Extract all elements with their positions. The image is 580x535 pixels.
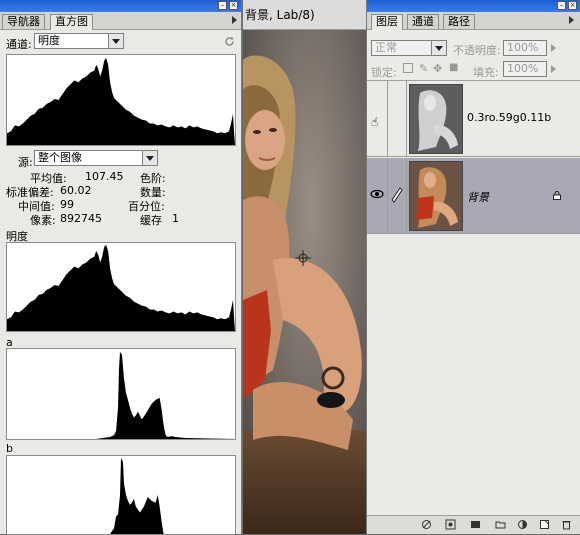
layer-row-selected[interactable]: 背景 xyxy=(367,158,580,234)
adjustment-layer-icon[interactable] xyxy=(517,519,528,530)
cache-value: 1 xyxy=(172,212,179,225)
panel-menu-arrow-icon[interactable] xyxy=(232,16,237,24)
layer-list: ☝ 0.3ro.59g0.11b 背景 xyxy=(367,80,580,518)
new-layer-icon[interactable] xyxy=(539,519,550,530)
panel-menu-arrow-icon[interactable] xyxy=(569,16,574,24)
opacity-arrow-icon[interactable] xyxy=(551,44,556,52)
layer-thumbnail xyxy=(409,84,463,154)
layer-name[interactable]: 背景 xyxy=(467,189,489,205)
visibility-toggle[interactable] xyxy=(367,158,388,233)
median-value: 99 xyxy=(60,198,74,211)
histogram-tabs: 导航器 直方图 xyxy=(0,12,241,30)
panel-titlebar[interactable]: – × xyxy=(0,0,241,12)
lock-icon xyxy=(553,190,561,200)
source-select[interactable]: 整个图像 xyxy=(34,150,158,166)
channel-select[interactable]: 明度 xyxy=(34,33,124,49)
tab-layers[interactable]: 图层 xyxy=(371,14,403,30)
document-title[interactable]: 背景, Lab/8) xyxy=(243,0,366,30)
source-label: 源: xyxy=(18,156,33,169)
chevron-down-icon xyxy=(108,34,123,48)
blend-mode-select[interactable]: 正常 xyxy=(371,40,447,56)
new-group-icon[interactable] xyxy=(495,519,506,530)
fill-field[interactable]: 100% xyxy=(503,61,547,77)
fill-value: 100% xyxy=(507,62,539,75)
lock-paint-icon[interactable]: ✎ xyxy=(419,62,428,75)
lock-transparency-icon[interactable] xyxy=(403,63,413,73)
document-canvas[interactable]: 背景, Lab/8) xyxy=(243,0,366,534)
layers-panel: – × 图层 通道 路径 正常 不透明度: 100% 锁定: ✎ ✥ ■ 填充:… xyxy=(366,0,580,534)
opacity-field[interactable]: 100% xyxy=(503,40,547,56)
layer-row[interactable]: ☝ 0.3ro.59g0.11b xyxy=(367,81,580,157)
layers-tabs: 图层 通道 路径 xyxy=(367,12,580,30)
channel-select-value: 明度 xyxy=(38,34,60,47)
layer-name[interactable]: 0.3ro.59g0.11b xyxy=(467,111,551,124)
close-icon[interactable]: × xyxy=(229,1,238,10)
opacity-value: 100% xyxy=(507,41,539,54)
refresh-icon[interactable] xyxy=(224,36,235,47)
pixels-value: 892745 xyxy=(60,212,102,225)
layers-bottom-bar xyxy=(367,515,580,534)
mean-value: 107.45 xyxy=(85,170,124,183)
trash-icon[interactable] xyxy=(561,519,572,530)
add-layer-style-icon[interactable] xyxy=(445,519,456,530)
channel-label: 通道: xyxy=(6,38,32,51)
b-channel-label: b xyxy=(6,442,13,455)
tab-histogram[interactable]: 直方图 xyxy=(50,14,93,30)
source-select-value: 整个图像 xyxy=(38,151,82,164)
main-histogram xyxy=(6,54,236,146)
link-layers-icon[interactable] xyxy=(421,519,432,530)
opacity-label: 不透明度: xyxy=(453,44,501,57)
brush-icon[interactable] xyxy=(388,158,407,233)
photo-image xyxy=(243,30,366,534)
minimize-icon[interactable]: – xyxy=(557,1,566,10)
blend-mode-value: 正常 xyxy=(375,41,397,54)
tab-channels[interactable]: 通道 xyxy=(407,14,439,29)
lock-move-icon[interactable]: ✥ xyxy=(433,62,442,75)
add-mask-icon[interactable] xyxy=(470,519,481,530)
tab-navigator[interactable]: 导航器 xyxy=(2,14,45,29)
layer-thumbnail xyxy=(409,161,463,231)
std-value: 60.02 xyxy=(60,184,92,197)
b-histogram xyxy=(6,455,236,535)
chevron-down-icon xyxy=(142,151,157,165)
fill-label: 填充: xyxy=(473,66,499,79)
lock-all-icon[interactable]: ■ xyxy=(449,62,458,73)
chevron-down-icon xyxy=(431,41,446,55)
tab-paths[interactable]: 路径 xyxy=(443,14,475,29)
histogram-panel: – × 导航器 直方图 通道: 明度 源: 整个图像 平均值: 107.45 色… xyxy=(0,0,242,535)
close-icon[interactable]: × xyxy=(568,1,577,10)
pixels-label: 像素: xyxy=(30,214,56,227)
layer-link-cell[interactable] xyxy=(388,81,407,156)
minimize-icon[interactable]: – xyxy=(218,1,227,10)
a-histogram xyxy=(6,348,236,440)
hand-cursor-icon: ☝ xyxy=(371,115,379,129)
lightness-histogram xyxy=(6,242,236,332)
lock-label: 锁定: xyxy=(371,66,397,79)
cache-label: 缓存 xyxy=(140,214,162,227)
fill-arrow-icon[interactable] xyxy=(551,65,556,73)
panel-titlebar[interactable]: – × xyxy=(367,0,580,12)
